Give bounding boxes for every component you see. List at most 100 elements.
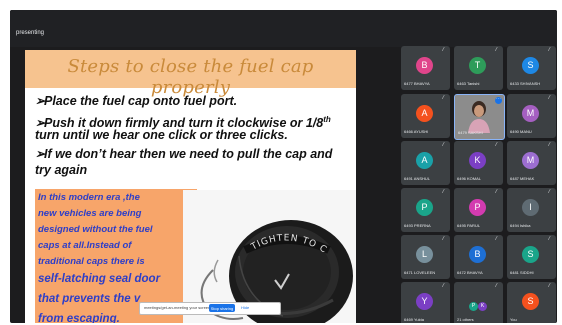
- mic-off-icon: ⁄: [496, 236, 497, 242]
- mic-off-icon: ⁄: [496, 47, 497, 53]
- participant-name: 21 others: [457, 317, 474, 322]
- mic-off-icon: ⁄: [549, 142, 550, 148]
- others-avatars: PK: [469, 294, 487, 312]
- avatar: A: [416, 152, 433, 169]
- info-line: caps at all.Instead of: [38, 240, 132, 251]
- info-line: new vehicles are being: [38, 208, 142, 219]
- stop-sharing-button[interactable]: Stop sharing: [209, 304, 235, 312]
- avatar: M: [522, 105, 539, 122]
- participant-tile[interactable]: I ⁄ 6494 Ishika: [507, 188, 556, 232]
- mic-off-icon: ⁄: [496, 142, 497, 148]
- avatar: T: [469, 57, 486, 74]
- participant-name: 6491 ANSHUL: [404, 176, 431, 181]
- arrow-icon: ➢: [35, 94, 46, 108]
- avatar: S: [522, 57, 539, 74]
- toast-text: meetings/get-an-meeting your screen: [144, 305, 211, 310]
- info-line: from escaping.: [38, 313, 120, 323]
- avatar: P: [469, 199, 486, 216]
- bullet-3-continued: try again: [35, 163, 88, 177]
- mic-off-icon: ⁄: [443, 283, 444, 289]
- mic-off-icon: ⁄: [443, 47, 444, 53]
- avatar: S: [522, 293, 539, 310]
- bullet-1: ➢Place the fuel cap onto fuel port.: [35, 94, 237, 109]
- mic-off-icon: ⁄: [549, 95, 550, 101]
- participant-name: 6487 MEHAK: [510, 176, 535, 181]
- slide-title: Steps to close the fuel cap properly: [67, 56, 314, 98]
- participant-tile[interactable]: S ⁄ 6481 SIDDHI: [507, 235, 556, 279]
- participant-tile[interactable]: S ⁄ You: [507, 282, 556, 323]
- screen: presenting Steps to close the fuel cap p…: [0, 0, 562, 325]
- info-line: traditional caps there is: [38, 256, 145, 267]
- bullet-1-text: Place the fuel cap onto fuel port.: [44, 94, 238, 108]
- mic-off-icon: ⁄: [496, 189, 497, 195]
- participant-name: 6469 Yukta: [404, 317, 424, 322]
- participant-name: 6466 AYUSHI: [404, 129, 429, 134]
- participant-tile[interactable]: K ⁄ 6496 KOMAL: [454, 141, 503, 185]
- participant-tile[interactable]: A ⁄ 6491 ANSHUL: [401, 141, 450, 185]
- stop-sharing-label: Stop sharing: [210, 305, 234, 311]
- info-line: designed without the fuel: [38, 224, 153, 235]
- mic-off-icon: ⁄: [443, 236, 444, 242]
- participant-tile[interactable]: B ⁄ 6472 BHAVYA: [454, 235, 503, 279]
- participant-name: 6493 PRERNA: [404, 223, 431, 228]
- mic-off-icon: ⁄: [549, 189, 550, 195]
- avatar: P: [416, 199, 433, 216]
- mic-off-icon: ⁄: [443, 95, 444, 101]
- participant-name: 6495 PARUL: [457, 223, 481, 228]
- mic-off-icon: ⁄: [443, 189, 444, 195]
- avatar: P: [469, 302, 478, 311]
- mic-off-icon: ⁄: [443, 142, 444, 148]
- participant-tile[interactable]: M ⁄ 6487 MEHAK: [507, 141, 556, 185]
- bullet-2-continued: turn until we hear one click or three cl…: [35, 128, 288, 142]
- participant-name: 6471 LOVELEEN: [404, 270, 436, 275]
- participant-name: 6433 SHIVANSH: [510, 81, 541, 86]
- avatar: A: [416, 105, 433, 122]
- avatar: I: [522, 199, 539, 216]
- participant-name: You: [510, 317, 517, 322]
- participant-tile[interactable]: A ⁄ 6466 AYUSHI: [401, 94, 450, 138]
- avatar: B: [469, 246, 486, 263]
- participant-tile[interactable]: L ⁄ 6471 LOVELEEN: [401, 235, 450, 279]
- participant-name: 6477 BHAVYA: [404, 81, 430, 86]
- participant-tile[interactable]: S ⁄ 6433 SHIVANSH: [507, 46, 556, 90]
- screen-share-notification: meetings/get-an-meeting your screen Stop…: [139, 302, 281, 315]
- participant-tile[interactable]: P K ⁄ 21 others: [454, 282, 503, 323]
- participant-name: 6496 KOMAL: [457, 176, 482, 181]
- avatar: L: [416, 246, 433, 263]
- participant-tile[interactable]: P ⁄ 6495 PARUL: [454, 188, 503, 232]
- presenting-label: presenting: [16, 30, 45, 36]
- participant-tile[interactable]: T ⁄ 6463 Tanishi: [454, 46, 503, 90]
- avatar: S: [522, 246, 539, 263]
- participant-name: 6481 SIDDHI: [510, 270, 534, 275]
- mic-off-icon: ⁄: [549, 236, 550, 242]
- bullet-3-text: If we don’t hear then we need to pull th…: [44, 147, 333, 161]
- info-line: that prevents the v: [38, 293, 141, 305]
- participant-tile[interactable]: P ⁄ 6493 PRERNA: [401, 188, 450, 232]
- participant-name: 6472 BHAVYA: [457, 270, 483, 275]
- bullet-2-sup: th: [323, 115, 331, 124]
- participant-tile[interactable]: ⋯ 6479 SAKSHI: [454, 94, 505, 140]
- mic-off-icon: ⁄: [549, 283, 550, 289]
- participant-tile[interactable]: Y ⁄ 6469 Yukta: [401, 282, 450, 323]
- participant-name: 6494 Ishika: [510, 223, 531, 228]
- participant-name: 6490 MANU: [510, 129, 532, 134]
- avatar: K: [469, 152, 486, 169]
- arrow-icon: ➢: [35, 147, 46, 161]
- participant-tile[interactable]: M ⁄ 6490 MANU: [507, 94, 556, 138]
- bullet-3: ➢If we don’t hear then we need to pull t…: [35, 147, 332, 162]
- avatar: M: [522, 152, 539, 169]
- participant-video: [468, 101, 490, 133]
- meeting-top-bar: presenting: [10, 10, 557, 47]
- meeting-window: presenting Steps to close the fuel cap p…: [10, 10, 557, 323]
- more-options-icon[interactable]: ⋯: [495, 97, 502, 104]
- mic-off-icon: ⁄: [496, 283, 497, 289]
- participant-tile[interactable]: B ⁄ 6477 BHAVYA: [401, 46, 450, 90]
- info-line: self-latching seal door: [38, 273, 161, 285]
- avatar: K: [478, 302, 487, 311]
- participant-name: 6479 SAKSHI: [458, 130, 483, 135]
- participant-name: 6463 Tanishi: [457, 81, 480, 86]
- presentation-slide: Steps to close the fuel cap properly ➢Pl…: [25, 50, 356, 323]
- hide-button[interactable]: Hide: [241, 305, 249, 310]
- info-line: In this modern era ,the: [38, 192, 140, 203]
- mic-off-icon: ⁄: [549, 47, 550, 53]
